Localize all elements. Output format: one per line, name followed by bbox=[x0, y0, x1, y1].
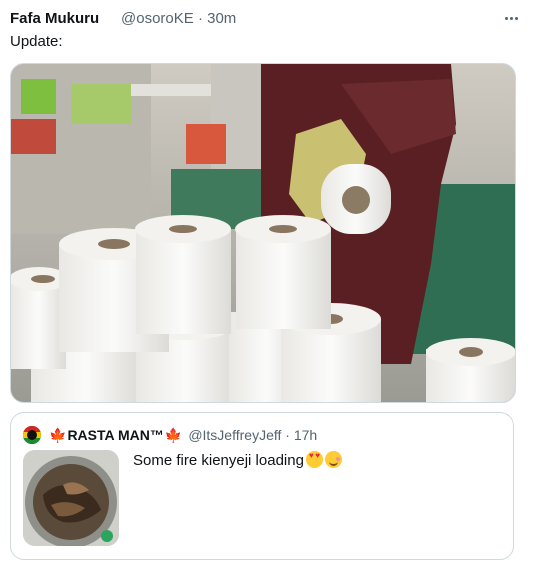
maple-leaf-icon: 🍁 bbox=[49, 427, 67, 443]
quoted-tweet[interactable]: 🍁 RASTA MAN™ 🍁 @ItsJeffreyJeff · 17h Som… bbox=[10, 412, 514, 560]
food-bowl-photo bbox=[23, 450, 119, 546]
quoted-tweet-text-content: Some fire kienyeji loading bbox=[133, 452, 304, 469]
quoted-tweet-timestamp[interactable]: 17h bbox=[294, 427, 317, 443]
tweet-header: Fafa Mukuru @osoroKE · 30m bbox=[10, 9, 524, 29]
tweet-card[interactable]: Fafa Mukuru @osoroKE · 30m Update: 🍁 RAS… bbox=[0, 0, 534, 565]
more-horizontal-icon bbox=[504, 16, 508, 20]
tweet-timestamp[interactable]: 30m bbox=[207, 9, 236, 29]
more-options-button[interactable] bbox=[500, 7, 522, 29]
tweet-text: Update: bbox=[10, 33, 63, 50]
avatar[interactable] bbox=[23, 426, 41, 444]
toilet-paper-photo bbox=[11, 64, 515, 402]
author-name[interactable]: Fafa Mukuru bbox=[10, 9, 99, 29]
smiling-face-emoji-icon bbox=[324, 451, 342, 468]
quoted-author-meta: @ItsJeffreyJeff · 17h bbox=[188, 425, 317, 445]
author-handle[interactable]: @osoroKE bbox=[121, 9, 194, 29]
quoted-tweet-text: Some fire kienyeji loading bbox=[133, 451, 342, 471]
quoted-tweet-header: 🍁 RASTA MAN™ 🍁 @ItsJeffreyJeff · 17h bbox=[23, 425, 317, 445]
avatar-center bbox=[27, 430, 37, 440]
author-meta: @osoroKE · 30m bbox=[121, 9, 236, 29]
meta-separator: · bbox=[197, 10, 203, 27]
more-horizontal-icon-dot bbox=[509, 16, 513, 20]
tweet-photo[interactable] bbox=[10, 63, 516, 403]
meta-separator: · bbox=[285, 427, 290, 443]
more-horizontal-icon-dot bbox=[514, 16, 518, 20]
quoted-author-name[interactable]: RASTA MAN™ bbox=[67, 425, 163, 445]
quoted-author-handle[interactable]: @ItsJeffreyJeff bbox=[188, 427, 281, 443]
maple-leaf-icon: 🍁 bbox=[164, 427, 183, 443]
quoted-tweet-photo[interactable] bbox=[23, 450, 119, 546]
heart-eyes-emoji-icon bbox=[305, 451, 323, 468]
